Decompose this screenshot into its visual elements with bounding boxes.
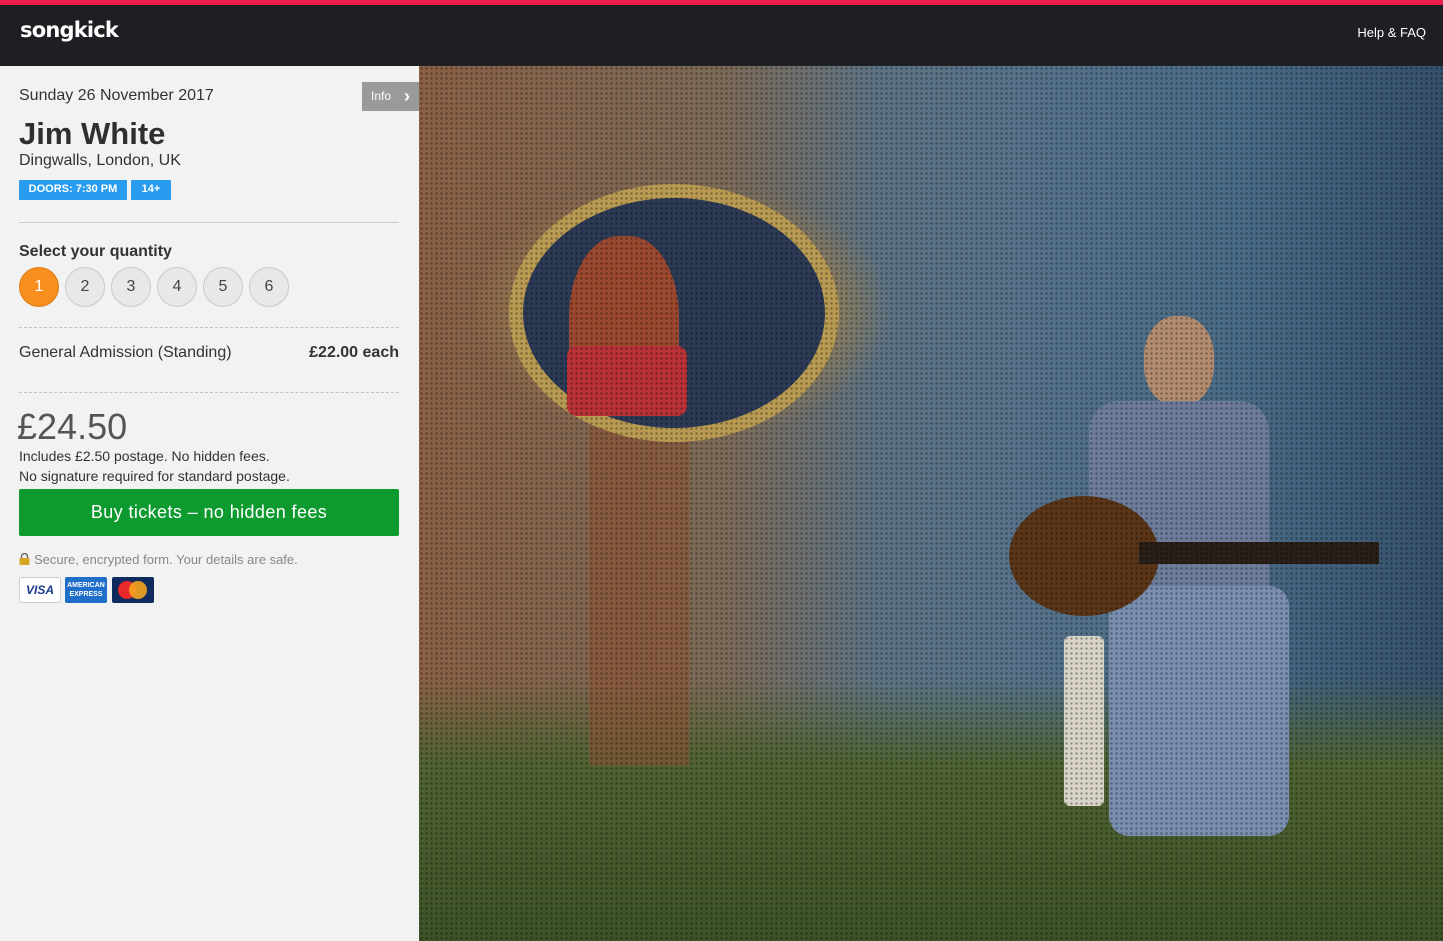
mastercard-yellow-circle <box>129 581 147 599</box>
info-button-label: Info <box>371 89 392 103</box>
quantity-option-6[interactable]: 6 <box>249 267 289 307</box>
divider <box>19 392 399 393</box>
secure-text: Secure, encrypted form. Your details are… <box>34 552 298 567</box>
divider <box>19 327 399 328</box>
postage-note: Includes £2.50 postage. No hidden fees. <box>19 448 270 464</box>
top-navigation-bar: songkick Help & FAQ <box>0 0 1443 66</box>
quantity-option-2[interactable]: 2 <box>65 267 105 307</box>
secure-form-notice: Secure, encrypted form. Your details are… <box>19 552 298 567</box>
ticket-purchase-panel: Sunday 26 November 2017 Info › Jim White… <box>0 66 419 941</box>
total-price: £24.50 <box>17 406 128 447</box>
divider <box>19 222 399 223</box>
info-button[interactable]: Info › <box>362 82 419 111</box>
chevron-right-icon: › <box>404 86 410 106</box>
artist-name: Jim White <box>19 116 166 151</box>
visa-card-icon: VISA <box>19 577 61 603</box>
quantity-option-4[interactable]: 4 <box>157 267 197 307</box>
event-date: Sunday 26 November 2017 <box>19 87 214 104</box>
age-restriction-badge: 14+ <box>131 180 171 200</box>
signature-note: No signature required for standard posta… <box>19 468 290 484</box>
songkick-logo[interactable]: songkick <box>20 18 119 42</box>
doors-time-badge: DOORS: 7:30 PM <box>19 180 127 200</box>
halftone-overlay <box>419 66 1443 941</box>
ticket-price: £22.00 each <box>309 344 399 361</box>
quantity-option-1[interactable]: 1 <box>19 267 59 307</box>
quantity-label: Select your quantity <box>19 243 172 260</box>
venue-location: Dingwalls, London, UK <box>19 152 181 169</box>
buy-tickets-button[interactable]: Buy tickets – no hidden fees <box>19 489 399 536</box>
lock-icon <box>19 553 30 565</box>
help-faq-link[interactable]: Help & FAQ <box>1357 25 1426 40</box>
mastercard-icon <box>112 577 154 603</box>
ticket-type-name: General Admission (Standing) <box>19 344 232 361</box>
amex-card-icon: AMERICAN EXPRESS <box>65 577 107 603</box>
quantity-option-3[interactable]: 3 <box>111 267 151 307</box>
quantity-option-5[interactable]: 5 <box>203 267 243 307</box>
artist-hero-image <box>419 66 1443 941</box>
